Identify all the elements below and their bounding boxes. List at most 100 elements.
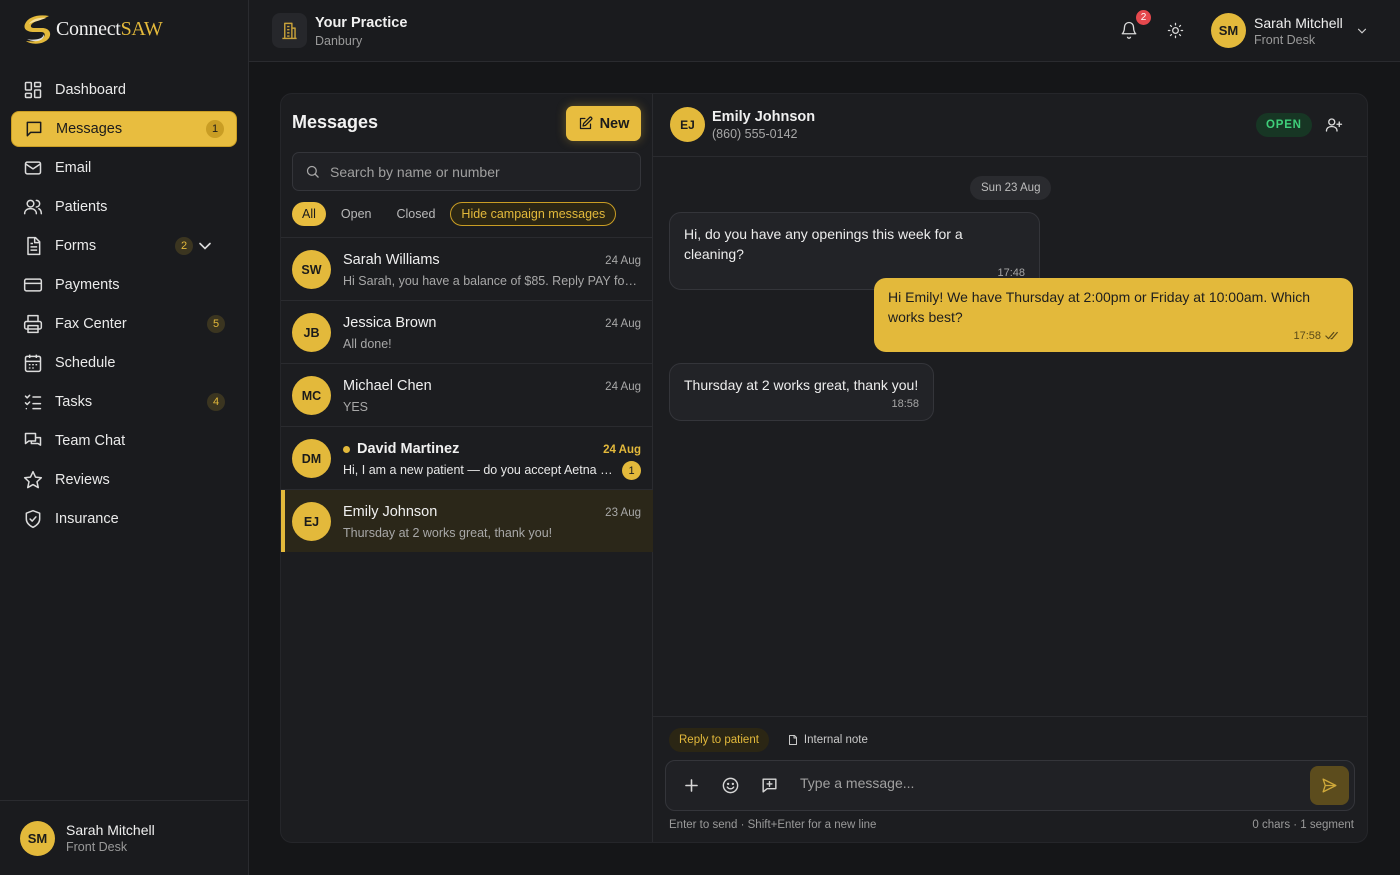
- user-plus-icon[interactable]: [1325, 116, 1343, 134]
- sidebar-item-dashboard[interactable]: Dashboard: [11, 72, 237, 108]
- conversation-date: 24 Aug: [603, 444, 641, 456]
- user-role: Front Desk: [66, 840, 128, 854]
- conversation-preview: YES: [343, 400, 369, 414]
- sun-icon[interactable]: [1167, 22, 1184, 39]
- user-role: Front Desk: [1254, 32, 1316, 47]
- practice-switcher[interactable]: [272, 13, 307, 48]
- sidebar-item-fax-center[interactable]: Fax Center 5: [11, 306, 237, 342]
- avatar: MC: [292, 376, 331, 415]
- compose-hint: Enter to send · Shift+Enter for a new li…: [669, 819, 877, 831]
- forms-count-badge: 2: [175, 237, 193, 255]
- sidebar-item-email[interactable]: Email: [11, 150, 237, 186]
- double-check-icon: [1325, 331, 1339, 341]
- conversation-date: 23 Aug: [605, 507, 641, 519]
- message-text: Hi, do you have any openings this week f…: [684, 226, 963, 262]
- conversation-preview: All done!: [343, 337, 392, 351]
- contact-name: Emily Johnson: [712, 109, 816, 125]
- conversation-item[interactable]: JB Jessica Brown 24 Aug All done!: [281, 300, 653, 363]
- conversation-item[interactable]: MC Michael Chen 24 Aug YES: [281, 363, 653, 426]
- conversation-item[interactable]: DM David Martinez 24 Aug Hi, I am a new …: [281, 426, 653, 489]
- edit-icon: [578, 116, 593, 131]
- avatar: SM: [1211, 13, 1246, 48]
- message-icon: [24, 119, 44, 139]
- conversation-item[interactable]: EJ Emily Johnson 23 Aug Thursday at 2 wo…: [281, 489, 653, 552]
- sidebar-item-insurance[interactable]: Insurance: [11, 501, 237, 537]
- message-text: Thursday at 2 works great, thank you!: [684, 377, 919, 393]
- avatar: DM: [292, 439, 331, 478]
- sidebar-item-label: Dashboard: [55, 82, 126, 98]
- page-title: Messages: [292, 112, 379, 132]
- building-icon: [280, 21, 299, 40]
- file-text-icon: [23, 236, 43, 256]
- plus-icon[interactable]: [682, 776, 701, 795]
- tab-internal-note[interactable]: Internal note: [777, 728, 878, 752]
- bell-icon[interactable]: [1120, 21, 1138, 39]
- sidebar-item-forms[interactable]: Forms 2: [11, 228, 237, 264]
- sidebar-item-team-chat[interactable]: Team Chat: [11, 423, 237, 459]
- sidebar-item-label: Payments: [55, 277, 120, 293]
- emoji-icon[interactable]: [721, 776, 740, 795]
- status-badge[interactable]: OPEN: [1256, 113, 1312, 137]
- avatar: JB: [292, 313, 331, 352]
- filter-closed[interactable]: Closed: [387, 202, 446, 226]
- sidebar-item-label: Messages: [56, 121, 123, 137]
- send-button[interactable]: [1310, 766, 1349, 805]
- chevron-down-icon: [1355, 24, 1369, 38]
- sidebar-item-schedule[interactable]: Schedule: [11, 345, 237, 381]
- search-icon: [305, 164, 320, 179]
- sidebar-user[interactable]: SM Sarah Mitchell Front Desk: [0, 800, 248, 875]
- practice-location: Danbury: [315, 34, 363, 48]
- character-counter: 0 chars · 1 segment: [1252, 819, 1354, 831]
- list-checks-icon: [23, 392, 43, 412]
- filter-all[interactable]: All: [292, 202, 326, 226]
- user-name: Sarah Mitchell: [1254, 14, 1343, 31]
- conversation-preview: Thursday at 2 works great, thank you!: [343, 526, 553, 540]
- unread-count-badge: 1: [622, 461, 641, 480]
- search-input[interactable]: [330, 163, 610, 180]
- dashboard-icon: [23, 80, 43, 100]
- contact-phone: (860) 555-0142: [712, 127, 798, 141]
- messages-count-badge: 1: [206, 120, 224, 138]
- calendar-icon: [23, 353, 43, 373]
- sidebar-item-reviews[interactable]: Reviews: [11, 462, 237, 498]
- connectsaw-logo-icon: [20, 12, 54, 46]
- sidebar-item-label: Team Chat: [55, 433, 126, 449]
- note-icon: [787, 734, 799, 746]
- conversation-preview: Hi Sarah, you have a balance of $85. Rep…: [343, 274, 641, 288]
- sidebar-item-label: Insurance: [55, 511, 119, 527]
- avatar: EJ: [670, 107, 705, 142]
- chevron-down-icon[interactable]: [195, 236, 215, 256]
- sidebar-item-label: Forms: [55, 238, 97, 254]
- new-message-button[interactable]: New: [566, 106, 641, 141]
- quick-reply-icon[interactable]: [760, 776, 779, 795]
- star-icon: [23, 470, 43, 490]
- avatar: SM: [20, 820, 55, 856]
- sidebar-item-payments[interactable]: Payments: [11, 267, 237, 303]
- message-bubble-outgoing: Hi Emily! We have Thursday at 2:00pm or …: [874, 278, 1353, 352]
- avatar: EJ: [292, 502, 331, 541]
- tab-reply-to-patient[interactable]: Reply to patient: [669, 728, 769, 752]
- message-composer: [665, 760, 1355, 811]
- brand-logo[interactable]: ConnectSAW: [20, 12, 163, 46]
- search-box[interactable]: [292, 152, 641, 191]
- sidebar-item-patients[interactable]: Patients: [11, 189, 237, 225]
- practice-info: Your Practice Danbury: [315, 15, 407, 48]
- message-input[interactable]: [800, 775, 1300, 791]
- sidebar-item-label: Tasks: [55, 394, 93, 410]
- conversation-item[interactable]: SW Sarah Williams 24 Aug Hi Sarah, you h…: [281, 237, 653, 300]
- avatar: SW: [292, 250, 331, 289]
- filter-open[interactable]: Open: [331, 202, 382, 226]
- shield-check-icon: [23, 509, 43, 529]
- sidebar-item-label: Fax Center: [55, 316, 127, 332]
- user-menu[interactable]: SM Sarah Mitchell Front Desk: [1211, 13, 1369, 48]
- brand-name: ConnectSAW: [56, 17, 163, 40]
- message-meta: 17:58: [888, 329, 1339, 343]
- sidebar-item-tasks[interactable]: Tasks 4: [11, 384, 237, 420]
- send-icon: [1321, 777, 1338, 794]
- filter-hide-campaign[interactable]: Hide campaign messages: [450, 202, 617, 226]
- message-time: 18:58: [891, 398, 919, 410]
- messages-panel: Messages New All Open Closed Hide campai…: [280, 93, 1368, 843]
- sidebar-item-messages[interactable]: Messages 1: [11, 111, 237, 147]
- compose-area: Reply to patient Internal note Enter to …: [653, 716, 1367, 842]
- message-bubble-incoming: Thursday at 2 works great, thank you! 18…: [669, 363, 934, 421]
